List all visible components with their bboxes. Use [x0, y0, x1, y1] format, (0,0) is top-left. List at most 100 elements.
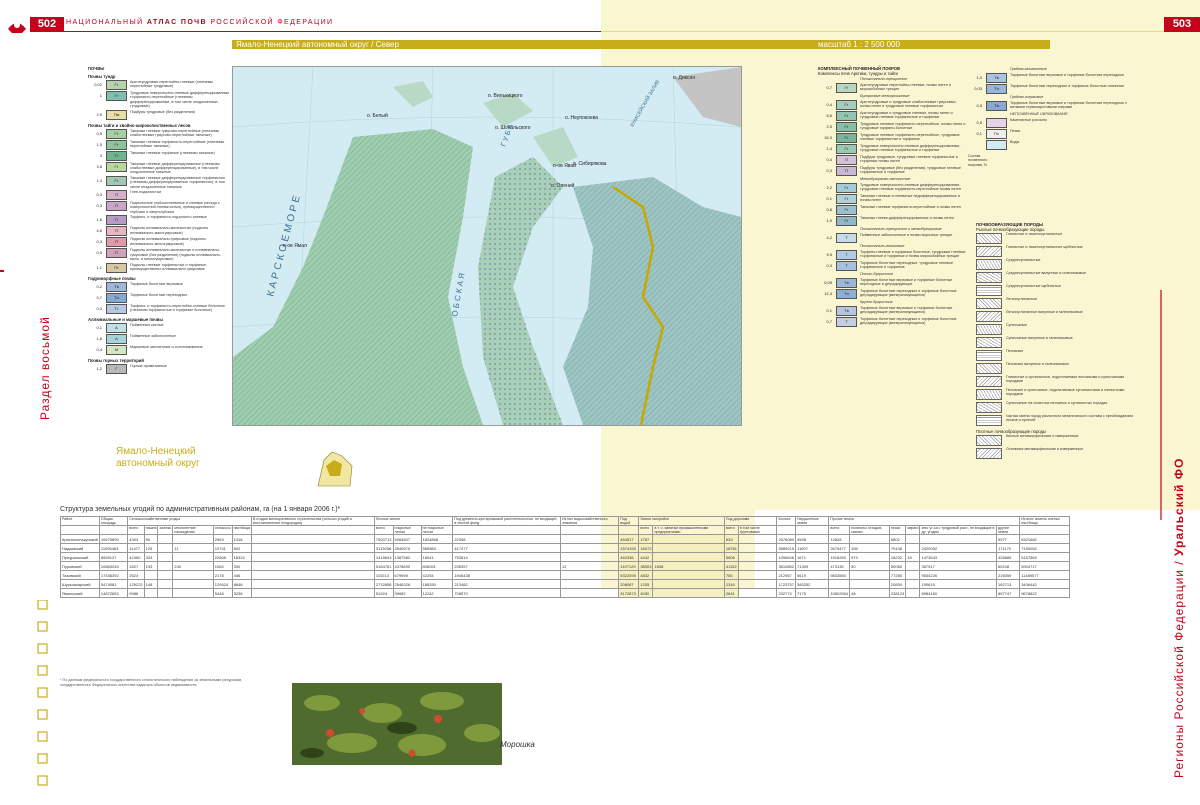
legend-swatch: П — [106, 248, 127, 259]
table-cell: 1574155 — [618, 543, 640, 553]
rock-legend-text: Легкосуглинистые валунные и галечниковые — [1006, 310, 1083, 314]
table-cell — [652, 552, 725, 562]
table-cell: 12242 — [420, 588, 454, 598]
legend-swatch: Гт — [836, 216, 857, 226]
legend-area-percent: 0,3 — [96, 239, 102, 245]
legend-row: НЕПОЧВЕННЫЕ ОБРАЗОВАНИЯ — [968, 112, 1128, 117]
soil-map[interactable]: К А Р С К О Е М О Р Е о. Белый о. Вильки… — [232, 66, 742, 426]
table-header-empty — [60, 525, 100, 535]
legend-text: Торфяно-глеевые и торфяные болотные, тун… — [860, 250, 966, 259]
table-cell: 5064507 — [392, 534, 422, 544]
legend-text: Таежные глеевые торфяные (глееземы таежн… — [130, 150, 215, 155]
legend-area-percent: 0,7 — [826, 85, 832, 90]
legend-row: 0,4 М Маршевые засоленные и солончаковатые — [88, 344, 230, 355]
rock-legend-row: Основные метаморфические и изверженные — [976, 447, 1142, 460]
page-number-left: 502 — [30, 17, 64, 32]
table-header-empty — [795, 525, 830, 535]
legend-note: Состав почвенного покрова, % — [968, 154, 988, 167]
rock-legend-text: Супесчаные валунные и галечниковые — [1006, 336, 1073, 340]
map-label-dikson: о. Диксон — [673, 75, 695, 81]
table-header-shrubs: Под древесно-кустарниковой растительност… — [452, 516, 561, 526]
map-title: Ямало-Ненецкий автономный округ / Север — [236, 40, 399, 49]
table-cell: 193 — [143, 561, 159, 571]
legend-area-percent: 0,1 — [826, 196, 832, 201]
table-cell: 4030 — [638, 588, 654, 598]
legend-text: Тундровые глеевые торфянисто-перегнойные… — [860, 122, 966, 131]
table-cell: 18232 — [888, 552, 907, 562]
legend-area-percent: 2,5 — [826, 124, 832, 129]
legend-area-percent: 0,5 — [976, 103, 982, 108]
table-cell — [143, 588, 159, 598]
legend-swatch: Гт — [836, 111, 857, 121]
table-cell: 125 — [143, 543, 159, 553]
legend-text: Таежные глеевые дифференцированные (глее… — [130, 161, 220, 175]
table-header-district: Район — [60, 516, 100, 526]
legend-swatch: М — [106, 344, 127, 355]
legend-area-percent: 1,4 — [96, 177, 102, 183]
table-cell: 39682 — [392, 588, 422, 598]
table-header-empty — [1019, 525, 1070, 535]
legend-row: 0,5 Тв Торфяные болотные верховые и торфян… — [968, 101, 1128, 111]
table-cell — [905, 570, 921, 580]
legend-area-percent: 0,3 — [96, 203, 102, 209]
legend-area-percent: 4,6 — [96, 228, 102, 234]
rock-legend-row: Среднесуглинистые валунные и галечниковы… — [976, 271, 1142, 284]
legend-area-percent: 0,3 — [826, 263, 832, 268]
legend-swatch: Гт — [106, 161, 127, 172]
legend-text: Грядово-мочажинные — [1010, 67, 1047, 71]
legend-area-percent: 1,0 — [976, 75, 982, 80]
header-prefix: НАЦИОНАЛЬНЫЙ — [66, 19, 144, 26]
map-label-yavai: п-ов Явай — [553, 162, 576, 169]
table-header-forested: покрытые лесом — [392, 525, 422, 535]
header-rule-left — [30, 31, 601, 32]
legend-group-title: Аллювиальные и маршевые почвы — [88, 316, 163, 322]
table-cell — [250, 579, 375, 589]
table-cell: 42480 — [127, 552, 145, 562]
legend-row: Бугорковые мелкорошковые — [818, 94, 968, 99]
table-cell — [559, 588, 620, 598]
legend-area-percent: 0,1 — [826, 308, 832, 313]
table-cell-district: Красноселькупский — [60, 534, 100, 544]
table-cell: 1096646 — [776, 552, 797, 562]
legend-row: 0,4 П Подбуры тундровые, тундровые глеевые… — [818, 155, 968, 165]
legend-row: Грядово-мочажинные — [968, 67, 1128, 72]
table-cell — [905, 561, 921, 571]
table-header-construction: В стадии мелиоративного строительства (с… — [250, 516, 375, 526]
legend-row: 12,4 Тн Торфяные болотные переходные и тор… — [818, 289, 968, 299]
legend-text: Мелкобугорково-пятнистые — [860, 177, 911, 181]
inset-locator-map — [312, 446, 358, 492]
legend-swatch: Пт — [106, 262, 127, 273]
rock-legend-row: Песчаные валунные и галечниковые — [976, 362, 1142, 375]
table-cell-district: Ямальский — [60, 588, 100, 598]
legend-text: Торфяные болотные переходные — [130, 292, 188, 297]
rock-pattern-swatch — [976, 259, 1002, 270]
table-header-empty — [618, 525, 640, 535]
rock-pattern-swatch — [976, 324, 1002, 335]
legend-row: 2,5 Гт Тундровые глеевые торфянисто-перегн… — [818, 122, 968, 132]
table-cell: 7175 — [795, 588, 830, 598]
rock-legend-text: Глинистые и тяжелосуглинистые — [1006, 232, 1063, 236]
legend-area-percent: 0,7 — [826, 319, 832, 324]
legend-row: 0,5 Каменистые россыпи — [968, 118, 1128, 128]
legend-row: 0,7 Гт Арктотундровые перегнойно-глеевые, … — [818, 83, 968, 93]
rock-legend-text: Среднесуглинистые щебнистые — [1006, 284, 1061, 288]
legend-text: Подзолы иллювиально-железистые (подзолы … — [130, 226, 209, 235]
legend-swatch: Т — [836, 317, 857, 327]
table-header-empty — [452, 525, 561, 535]
legend-swatch: А — [106, 333, 127, 344]
legend-area-percent: 3 — [99, 152, 102, 158]
legend-swatch: Тг — [106, 303, 127, 314]
rock-legend-text: Кислые метаморфические и изверженные — [1006, 434, 1079, 438]
table-cell: 4832 — [638, 570, 654, 580]
rock-legend-row: Супесчаные — [976, 323, 1142, 336]
table-cell: 3610852 — [776, 561, 797, 571]
table-cell: 18324 — [231, 552, 252, 562]
legend-area-percent: 0,2 — [96, 283, 102, 289]
table-cell: 426885 — [995, 552, 1021, 562]
map-label-sibiryakova: о. Сибирякова — [573, 161, 607, 167]
table-header-arable: пашня — [143, 525, 159, 535]
rock-pattern-swatch — [976, 298, 1002, 309]
table-cell: 216059 — [995, 570, 1021, 580]
legend-text: Торфяные болотные верховые и торфяные бо… — [860, 306, 953, 315]
table-cell — [737, 561, 778, 571]
